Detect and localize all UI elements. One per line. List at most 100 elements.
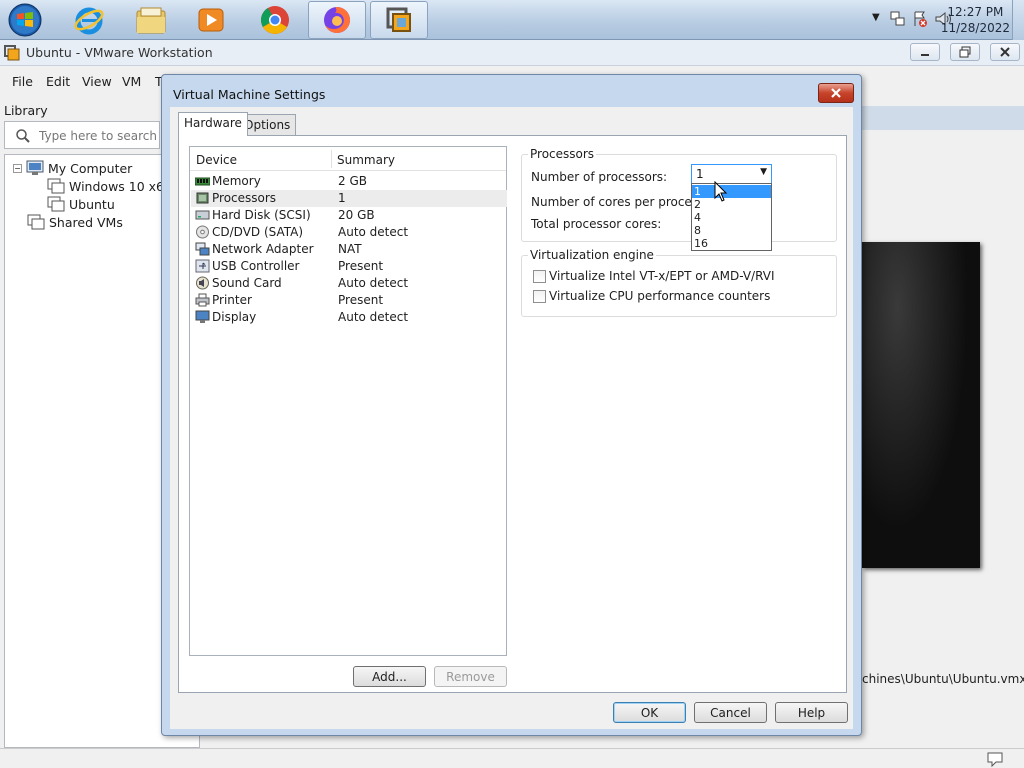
message-log-icon[interactable] — [986, 751, 1004, 767]
device-name: Hard Disk (SCSI) — [212, 208, 311, 222]
dropdown-option[interactable]: 2 — [692, 198, 771, 211]
device-name: Memory — [212, 174, 261, 188]
menu-file[interactable]: File — [12, 74, 33, 89]
search-icon — [16, 129, 30, 143]
computer-icon — [26, 160, 44, 175]
tree-label: Shared VMs — [49, 214, 123, 230]
dropdown-option[interactable]: 4 — [692, 211, 771, 224]
taskbar-explorer[interactable] — [122, 1, 180, 39]
menu-view[interactable]: View — [82, 74, 112, 89]
show-desktop-button[interactable] — [1012, 0, 1024, 40]
search-placeholder: Type here to search — [39, 129, 157, 143]
status-bar — [0, 748, 1024, 768]
mouse-cursor-icon — [714, 181, 728, 202]
collapse-icon[interactable]: − — [13, 163, 22, 173]
tree-ubuntu[interactable]: Ubuntu — [47, 196, 115, 212]
taskbar-vmware[interactable] — [370, 1, 428, 39]
start-button[interactable] — [6, 2, 44, 38]
folder-icon — [136, 7, 166, 34]
add-device-button[interactable]: Add... — [353, 666, 426, 687]
device-name: Display — [212, 310, 257, 324]
device-summary: 1 — [338, 191, 346, 205]
vm-screen-thumbnail[interactable] — [862, 242, 980, 568]
cancel-button[interactable]: Cancel — [694, 702, 767, 723]
dialog-close-button[interactable] — [818, 83, 854, 103]
tree-my-computer[interactable]: − My Computer — [13, 160, 132, 176]
ok-button[interactable]: OK — [613, 702, 686, 723]
dropdown-option[interactable]: 16 — [692, 237, 771, 250]
perf-counters-label[interactable]: Virtualize CPU performance counters — [549, 289, 770, 303]
dropdown-option[interactable]: 1 — [692, 185, 771, 198]
taskbar-firefox[interactable] — [308, 1, 366, 39]
windows-orb-icon — [8, 3, 42, 37]
restore-icon — [959, 46, 971, 58]
tree-shared-vms[interactable]: Shared VMs — [27, 214, 123, 230]
device-row-display[interactable]: Display Auto detect — [191, 309, 507, 326]
clock[interactable]: 12:27 PM 11/28/2022 — [941, 4, 1010, 36]
virtualization-group-label: Virtualization engine — [528, 248, 656, 262]
device-name: USB Controller — [212, 259, 300, 273]
firefox-icon — [324, 7, 350, 33]
device-name: Sound Card — [212, 276, 282, 290]
shared-vms-icon — [27, 214, 45, 230]
device-row-network-adapter[interactable]: Network Adapter NAT — [191, 241, 507, 258]
device-row-printer[interactable]: Printer Present — [191, 292, 507, 309]
app-title: Ubuntu - VMware Workstation — [26, 45, 213, 60]
vtx-checkbox[interactable] — [533, 270, 546, 283]
help-button[interactable]: Help — [775, 702, 848, 723]
menu-vm[interactable]: VM — [122, 74, 141, 89]
device-name: Printer — [212, 293, 252, 307]
device-summary: Present — [338, 259, 384, 273]
chevron-down-icon[interactable]: ▼ — [760, 167, 767, 177]
virtualization-group: Virtualization engine — [521, 248, 837, 317]
device-row-processors[interactable]: Processors 1 — [191, 190, 507, 207]
network-adapter-icon — [195, 242, 210, 256]
device-row-usb-controller[interactable]: USB Controller Present — [191, 258, 507, 275]
device-row-memory[interactable]: Memory 2 GB — [191, 173, 507, 190]
remove-device-button[interactable]: Remove — [434, 666, 507, 687]
device-name: Processors — [212, 191, 277, 205]
num-processors-select[interactable]: 1 ▼ — [691, 164, 772, 184]
app-close-button[interactable] — [990, 43, 1020, 61]
taskbar-media-player[interactable] — [182, 1, 240, 39]
taskbar-ie[interactable] — [60, 1, 118, 39]
device-list[interactable]: Device Summary Memory 2 GB Processors 1 … — [189, 146, 507, 656]
device-row-sound-card[interactable]: Sound Card Auto detect — [191, 275, 507, 292]
device-summary: NAT — [338, 242, 362, 256]
library-search-input[interactable]: Type here to search — [4, 121, 160, 149]
num-processors-value: 1 — [696, 167, 704, 181]
tree-label: My Computer — [48, 160, 133, 176]
device-summary: 2 GB — [338, 174, 367, 188]
close-icon — [1000, 47, 1010, 57]
memory-icon — [195, 177, 210, 186]
menu-edit[interactable]: Edit — [46, 74, 70, 89]
tray-expand-icon[interactable]: ▼ — [872, 12, 880, 23]
device-row-cd-dvd[interactable]: CD/DVD (SATA) Auto detect — [191, 224, 507, 241]
minimize-button[interactable] — [910, 43, 940, 61]
dropdown-option[interactable]: 8 — [692, 224, 771, 237]
perf-counters-checkbox[interactable] — [533, 290, 546, 303]
processor-icon — [196, 192, 209, 204]
network-icon[interactable] — [890, 10, 906, 28]
vtx-label[interactable]: Virtualize Intel VT-x/EPT or AMD-V/RVI — [549, 269, 775, 283]
vm-icon — [47, 196, 65, 212]
column-summary[interactable]: Summary — [337, 153, 395, 167]
processors-group-label: Processors — [528, 147, 597, 161]
column-device[interactable]: Device — [196, 153, 237, 167]
taskbar-chrome[interactable] — [246, 1, 304, 39]
tab-hardware[interactable]: Hardware — [178, 112, 248, 136]
tree-windows10[interactable]: Windows 10 x64 — [47, 178, 172, 194]
usb-icon — [195, 259, 210, 273]
printer-icon — [195, 293, 210, 307]
device-summary: Present — [338, 293, 384, 307]
vmware-app-icon — [4, 45, 20, 61]
vm-config-path: chines\Ubuntu\Ubuntu.vmx — [862, 672, 1024, 686]
device-row-hard-disk[interactable]: Hard Disk (SCSI) 20 GB — [191, 207, 507, 224]
device-list-header: Device Summary — [190, 147, 506, 171]
app-titlebar: Ubuntu - VMware Workstation — [0, 40, 1024, 66]
clock-date: 11/28/2022 — [940, 21, 1010, 35]
maximize-button[interactable] — [950, 43, 980, 61]
taskbar: ▼ 12:27 PM 11/28/2022 — [0, 0, 1024, 40]
action-center-icon[interactable] — [912, 10, 928, 28]
num-processors-label: Number of processors: — [531, 170, 668, 184]
